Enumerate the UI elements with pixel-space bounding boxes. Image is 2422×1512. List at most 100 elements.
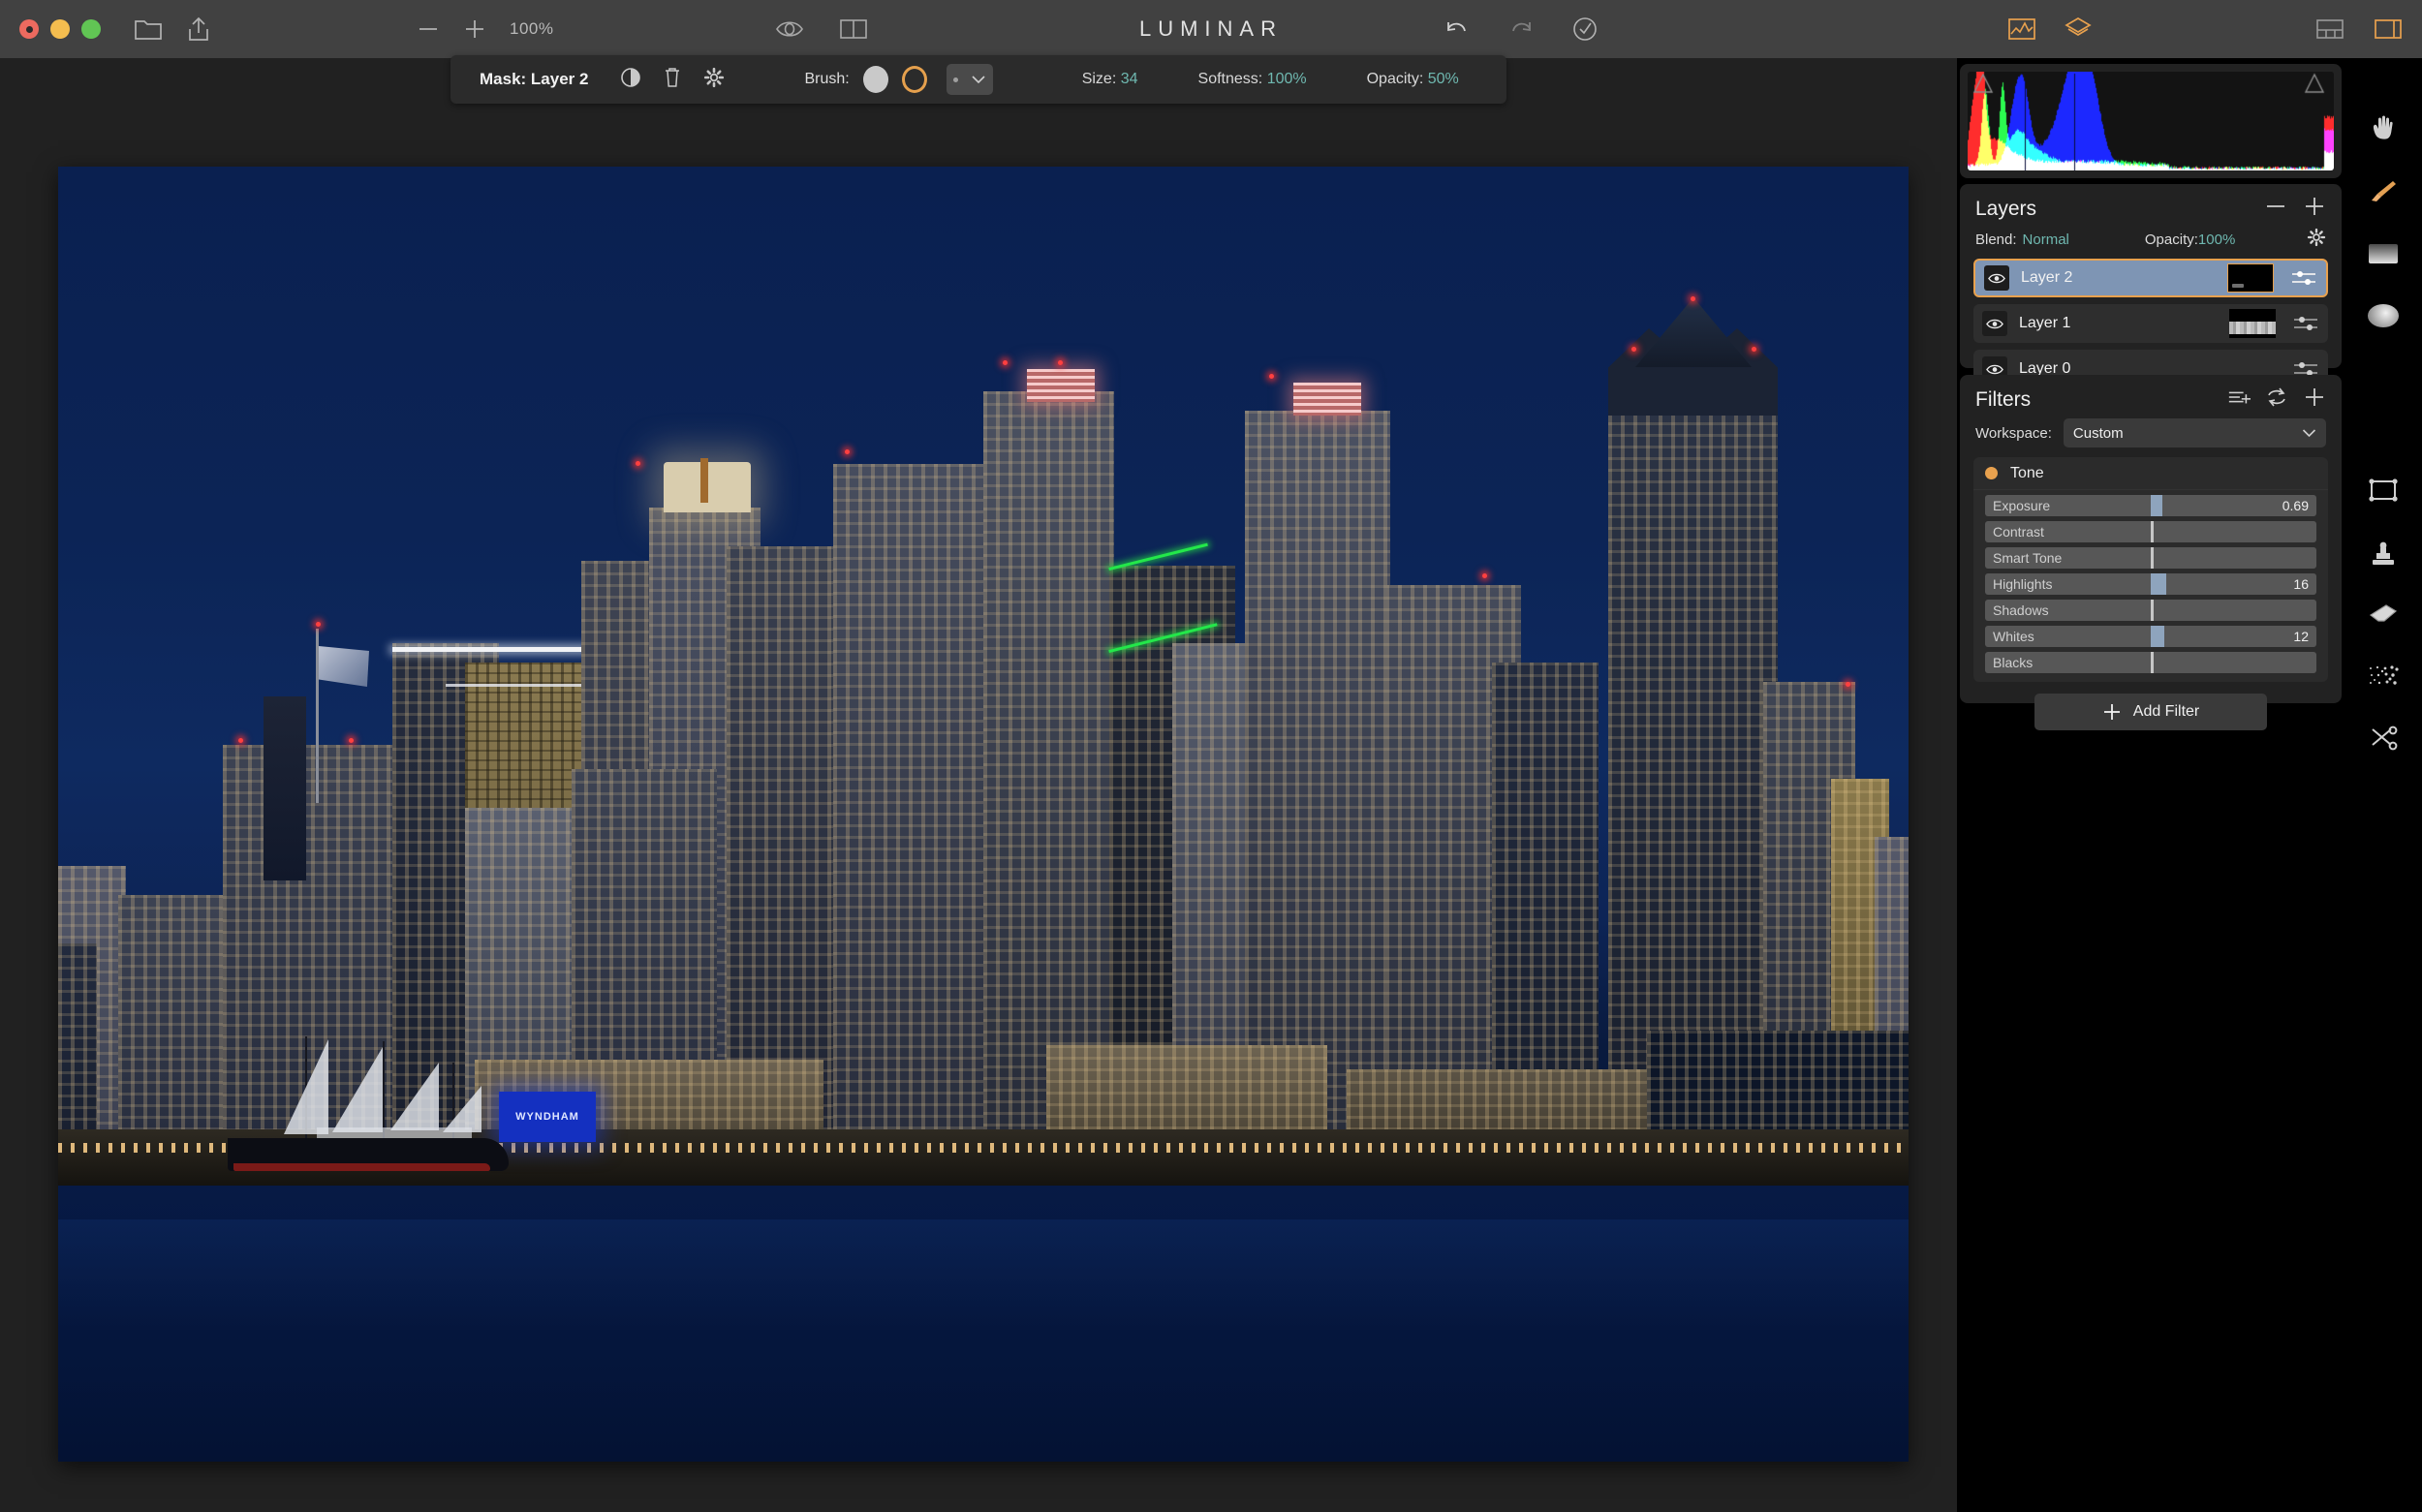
tall-ship — [228, 1040, 528, 1171]
undo-icon[interactable] — [1444, 17, 1471, 41]
layers-icon[interactable] — [2064, 15, 2093, 43]
filter-enabled-toggle[interactable] — [1985, 467, 1998, 479]
layer-adjustments-icon[interactable] — [2291, 268, 2316, 288]
aircraft-warning-light — [1058, 360, 1063, 365]
layer-visibility-eye-icon[interactable] — [1982, 311, 2007, 336]
slider-label: Exposure — [1993, 498, 2050, 513]
brush-preset-dropdown[interactable] — [947, 64, 993, 95]
rgb-histogram[interactable] — [1968, 72, 2334, 170]
slider-highlights[interactable]: Highlights 16 — [1985, 573, 2316, 595]
gear-icon[interactable] — [703, 67, 725, 93]
add-filter-plus-icon[interactable] — [2303, 386, 2326, 413]
aircraft-warning-light — [845, 449, 850, 454]
histogram-canvas — [1968, 72, 2334, 170]
luminar-window: 100% LUMINAR WYNDHAM Mask: Layer 2 Brush… — [0, 0, 2422, 1512]
canvas-area[interactable]: WYNDHAM — [0, 58, 1957, 1512]
window-controls[interactable] — [19, 19, 101, 39]
histogram-icon[interactable] — [2007, 16, 2036, 42]
redo-icon[interactable] — [1507, 17, 1535, 41]
radial-mask-tool-icon[interactable] — [2358, 291, 2408, 341]
gradient-tool-icon[interactable] — [2358, 229, 2408, 279]
brush-tool-icon[interactable] — [2358, 167, 2408, 217]
zoom-out-button[interactable] — [417, 17, 440, 41]
blend-value[interactable]: Normal — [2023, 231, 2069, 248]
layer-mask-thumbnail[interactable] — [2227, 263, 2274, 293]
layer-name: Layer 2 — [2021, 269, 2072, 287]
side-panel-icon[interactable] — [2374, 17, 2403, 41]
zoom-controls: 100% — [417, 0, 553, 58]
slider-contrast[interactable]: Contrast — [1985, 521, 2316, 542]
tone-sliders: Exposure 0.69 Contrast Smart Tone Highlights… — [1973, 495, 2328, 673]
slider-label: Whites — [1993, 629, 2034, 644]
eye-icon[interactable] — [775, 18, 804, 40]
right-panel-column: Layers Blend: Normal Opacity: 100% Layer… — [1957, 58, 2344, 1512]
clone-stamp-tool-icon[interactable] — [2358, 527, 2408, 577]
erase-tool-icon[interactable] — [2358, 589, 2408, 639]
layer-row-layer-1[interactable]: Layer 1 — [1973, 304, 2328, 343]
workspace-row: Workspace: Custom — [1960, 417, 2342, 457]
filmstrip-icon[interactable] — [2315, 17, 2344, 41]
reset-icon[interactable] — [2266, 387, 2287, 412]
filters-panel-header: Filters — [1960, 375, 2342, 417]
workspace-select[interactable]: Custom — [2064, 418, 2326, 447]
layer-opacity-label: Opacity: — [2145, 231, 2198, 248]
layer-visibility-eye-icon[interactable] — [1984, 265, 2009, 291]
histogram-panel — [1960, 64, 2342, 178]
slider-whites[interactable]: Whites 12 — [1985, 626, 2316, 647]
flagpole — [316, 629, 319, 803]
layers-panel-header: Layers — [1960, 184, 2342, 226]
brush-opacity-label: Opacity: — [1367, 71, 1424, 87]
hand-tool-icon[interactable] — [2358, 105, 2408, 155]
add-filter-button[interactable]: Add Filter — [2034, 694, 2267, 730]
compare-view-icon[interactable] — [839, 17, 868, 41]
slider-fill — [2151, 626, 2164, 647]
slider-exposure[interactable]: Exposure 0.69 — [1985, 495, 2316, 516]
remove-layer-button[interactable] — [2264, 197, 2287, 221]
zoom-level-label: 100% — [510, 19, 553, 39]
slider-blacks[interactable]: Blacks — [1985, 652, 2316, 673]
close-window-button[interactable] — [19, 19, 39, 39]
aircraft-warning-light — [1003, 360, 1008, 365]
slider-label: Shadows — [1993, 602, 2049, 618]
tone-filter-header[interactable]: Tone — [1973, 457, 2328, 490]
photo-canvas[interactable]: WYNDHAM — [58, 167, 1909, 1462]
share-icon[interactable] — [186, 15, 211, 43]
brush-size-value: 34 — [1121, 71, 1138, 87]
brush-softness-field[interactable]: Softness: 100% — [1198, 71, 1307, 88]
layer-image-thumbnail[interactable] — [2229, 309, 2276, 338]
mask-invert-icon[interactable] — [620, 67, 641, 93]
building — [833, 464, 988, 1186]
add-layer-button[interactable] — [2303, 196, 2326, 222]
minimize-window-button[interactable] — [50, 19, 70, 39]
layer-adjustments-icon[interactable] — [2293, 314, 2318, 333]
history-clock-icon[interactable] — [1571, 15, 1599, 43]
layer-settings-gear-icon[interactable] — [2307, 228, 2326, 251]
folder-icon[interactable] — [134, 16, 163, 42]
aircraft-warning-light — [1691, 296, 1695, 301]
crop-tool-icon[interactable] — [2358, 465, 2408, 515]
slider-shadows[interactable]: Shadows — [1985, 600, 2316, 621]
brush-controls: Brush: — [804, 64, 992, 95]
aircraft-warning-light — [1846, 682, 1850, 687]
cut-tool-icon[interactable] — [2358, 713, 2408, 763]
mask-toolbar[interactable]: Mask: Layer 2 Brush: Size: 34 Softness: … — [450, 55, 1506, 104]
slider-label: Highlights — [1993, 576, 2052, 592]
layer-row-layer-2[interactable]: Layer 2 — [1973, 259, 2328, 297]
brush-paint-mode-button[interactable] — [863, 66, 888, 93]
slider-smart-tone[interactable]: Smart Tone — [1985, 547, 2316, 569]
brush-erase-mode-button[interactable] — [902, 66, 927, 93]
brush-size-field[interactable]: Size: 34 — [1082, 71, 1138, 88]
history-controls — [1444, 0, 1599, 58]
layer-opacity-value[interactable]: 100% — [2198, 231, 2235, 248]
brush-opacity-field[interactable]: Opacity: 50% — [1367, 71, 1459, 88]
water-reflection — [58, 1219, 1909, 1326]
save-workspace-icon[interactable] — [2227, 387, 2251, 412]
slider-value: 12 — [2293, 629, 2309, 644]
zoom-in-button[interactable] — [463, 17, 486, 41]
trash-icon[interactable] — [663, 66, 682, 94]
slider-value: 0.69 — [2282, 498, 2309, 513]
slider-fill — [2151, 573, 2166, 595]
denoise-tool-icon[interactable] — [2358, 651, 2408, 701]
maximize-window-button[interactable] — [81, 19, 101, 39]
brush-label: Brush: — [804, 71, 849, 88]
